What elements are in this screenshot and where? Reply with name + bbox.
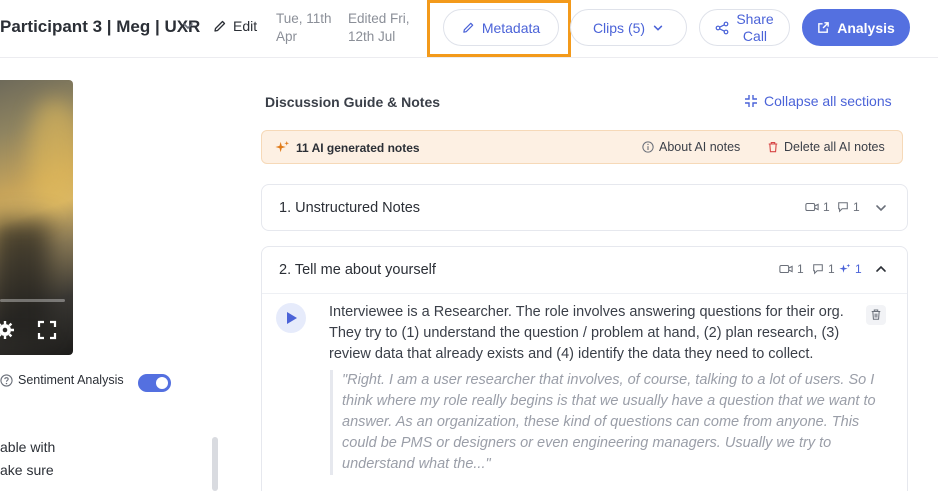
top-header: Participant 3 | Meg | UXR Edit Tue, 11th… — [0, 0, 938, 58]
sentiment-toggle[interactable] — [138, 374, 171, 392]
clip-count: 1 — [805, 200, 830, 214]
share-label-line1: Share — [736, 10, 774, 27]
ai-note-count-value: 1 — [855, 262, 862, 276]
edit-button[interactable]: Edit — [213, 18, 257, 34]
note-icon — [838, 202, 848, 213]
created-date-line1: Tue, 11th — [276, 11, 332, 26]
collapse-all-label: Collapse all sections — [764, 93, 892, 109]
share-call-label: Share Call — [736, 11, 773, 45]
chevron-down-icon[interactable] — [874, 201, 888, 215]
note-count-value: 1 — [853, 200, 860, 214]
clips-dropdown[interactable]: Clips (5) — [570, 9, 687, 46]
settings-icon[interactable] — [0, 320, 15, 340]
video-icon — [779, 264, 793, 274]
delete-all-ai-notes-label: Delete all AI notes — [784, 140, 885, 154]
analysis-button[interactable]: Analysis — [802, 9, 910, 46]
ai-note-summary[interactable]: Interviewee is a Researcher. The role in… — [329, 302, 869, 365]
edited-date: Edited Fri, 12th Jul — [348, 10, 410, 46]
sparkle-icon — [839, 263, 851, 273]
collapse-all-button[interactable]: Collapse all sections — [744, 93, 892, 109]
note-count-value: 1 — [828, 262, 835, 276]
clip-count: 1 — [779, 262, 804, 276]
delete-all-ai-notes-button[interactable]: Delete all AI notes — [767, 140, 885, 154]
share-call-button[interactable]: Share Call — [699, 9, 790, 46]
clips-label: Clips (5) — [592, 19, 646, 36]
ai-notes-count-label: 11 AI generated notes — [296, 140, 420, 155]
edit-label: Edit — [233, 18, 258, 34]
play-icon — [287, 312, 297, 324]
guide-section-title: 1. Unstructured Notes — [279, 200, 421, 216]
video-frame-highlight — [30, 100, 73, 210]
share-label-line2: Call — [742, 27, 768, 44]
video-icon — [805, 202, 819, 212]
created-date: Tue, 11th Apr — [276, 10, 332, 46]
sentiment-analysis-row: Sentiment Analysis — [0, 373, 124, 387]
chevron-up-icon[interactable] — [874, 262, 888, 276]
info-icon — [642, 141, 654, 153]
ai-notes-banner: 11 AI generated notes About AI notes Del… — [261, 130, 903, 164]
note-count: 1 — [837, 200, 860, 214]
external-link-icon — [818, 22, 830, 33]
note-icon — [813, 264, 823, 275]
page-title: Participant 3 | Meg | UXR — [0, 17, 201, 36]
metadata-highlight — [427, 0, 571, 57]
trash-icon — [871, 309, 881, 320]
trash-icon — [768, 141, 778, 153]
chevron-down-icon — [653, 25, 663, 31]
collapse-icon — [745, 95, 757, 107]
ai-note-count: 1 — [839, 262, 862, 276]
transcript-line: able with — [0, 439, 56, 455]
clip-count-value: 1 — [797, 262, 804, 276]
about-ai-notes-link[interactable]: About AI notes — [642, 140, 740, 154]
edited-date-line1: Edited Fri, — [348, 11, 410, 26]
sentiment-label: Sentiment Analysis — [18, 373, 124, 387]
guide-title: Discussion Guide & Notes — [265, 94, 441, 110]
analysis-label: Analysis — [837, 19, 895, 36]
guide-section[interactable]: 1. Unstructured Notes 1 1 — [261, 184, 908, 231]
created-date-line2: Apr — [276, 29, 298, 44]
help-circle-icon[interactable] — [0, 373, 13, 387]
transcript-quote: "Right. I am a user researcher that invo… — [330, 370, 878, 475]
transcript-line: ake sure — [0, 462, 54, 478]
transcript-fragment: able with ake sure — [0, 436, 55, 482]
about-ai-notes-label: About AI notes — [659, 140, 741, 154]
chevron-down-icon[interactable] — [181, 19, 195, 33]
ai-notes-count: 11 AI generated notes — [275, 140, 420, 155]
guide-section-title: 2. Tell me about yourself — [279, 262, 436, 278]
share-icon — [715, 21, 729, 34]
transcript-scrollbar[interactable] — [212, 437, 218, 491]
pencil-icon — [214, 20, 226, 32]
sparkle-icon — [275, 140, 290, 153]
fullscreen-icon[interactable] — [37, 320, 57, 340]
play-clip-button[interactable] — [276, 303, 306, 333]
clip-count-value: 1 — [823, 200, 830, 214]
delete-note-button[interactable] — [866, 305, 886, 325]
video-player[interactable] — [0, 80, 73, 355]
video-progress-bar[interactable] — [0, 299, 65, 302]
edited-date-line2: 12th Jul — [348, 29, 396, 44]
note-count: 1 — [812, 262, 835, 276]
section-divider — [262, 293, 907, 294]
